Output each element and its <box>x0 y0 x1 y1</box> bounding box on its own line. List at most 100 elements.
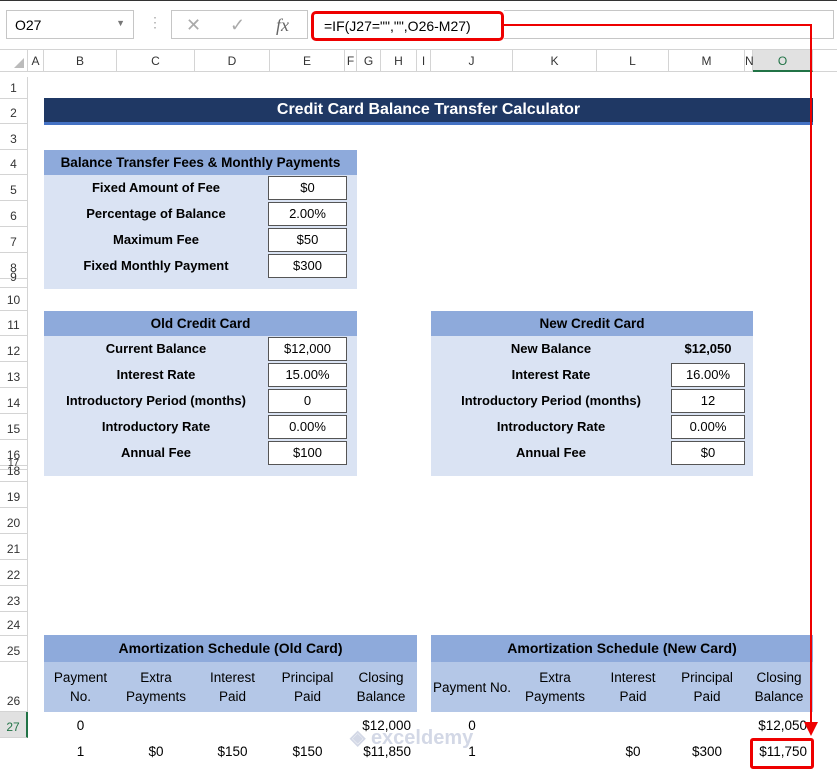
column-header-i[interactable]: I <box>417 50 431 72</box>
new_card-header: New Credit Card <box>431 311 753 336</box>
row-header-9[interactable]: 9 <box>0 270 28 288</box>
table-cell[interactable]: $150 <box>270 739 345 765</box>
table-cell[interactable]: $300 <box>669 739 745 765</box>
row-header-1[interactable]: 1 <box>0 77 28 99</box>
field-input[interactable]: $300 <box>268 254 347 278</box>
column-header-n[interactable]: N <box>745 50 754 72</box>
row-header-14[interactable]: 14 <box>0 388 28 414</box>
table-cell[interactable]: 1 <box>44 739 117 765</box>
field-input[interactable]: 16.00% <box>671 363 745 387</box>
field-input[interactable]: 15.00% <box>268 363 347 387</box>
row-header-24[interactable]: 24 <box>0 612 28 636</box>
table-cell[interactable]: 0 <box>44 713 117 739</box>
column-header-h[interactable]: H <box>381 50 417 72</box>
row-header-5[interactable]: 5 <box>0 175 28 201</box>
row-header-10[interactable]: 10 <box>0 288 28 311</box>
table-cell[interactable] <box>513 713 597 739</box>
column-header-j[interactable]: J <box>431 50 513 72</box>
arrow-head-icon <box>804 722 818 736</box>
chevron-down-icon[interactable]: ▼ <box>116 18 125 28</box>
formula-input[interactable]: =IF(J27="","",O26-M27) <box>311 11 504 41</box>
column-header: Principal Paid <box>281 670 334 704</box>
row-header-26[interactable]: 26 <box>0 662 28 712</box>
field-input[interactable]: $50 <box>268 228 347 252</box>
row-header-11[interactable]: 11 <box>0 311 28 336</box>
table-cell[interactable] <box>117 713 195 739</box>
field-input[interactable]: 2.00% <box>268 202 347 226</box>
column-header: Interest Paid <box>209 670 256 704</box>
old_card-header: Old Credit Card <box>44 311 357 336</box>
column-header-f[interactable]: F <box>345 50 357 72</box>
row-header-13[interactable]: 13 <box>0 362 28 388</box>
row-header-2[interactable]: 2 <box>0 99 28 124</box>
column-header-d[interactable]: D <box>195 50 270 72</box>
name-box[interactable]: O27 ▼ <box>6 10 134 39</box>
field-label: Interest Rate <box>511 367 591 382</box>
field-label: New Balance <box>510 341 592 356</box>
field-label: Current Balance <box>105 341 207 356</box>
row-header-22[interactable]: 22 <box>0 560 28 586</box>
column-header-e[interactable]: E <box>270 50 345 72</box>
amort_old-header: Amortization Schedule (Old Card) <box>44 635 417 662</box>
row-header-20[interactable]: 20 <box>0 508 28 534</box>
field-input[interactable]: 0.00% <box>268 415 347 439</box>
column-header-o[interactable]: O <box>753 50 813 72</box>
field-input[interactable]: $0 <box>671 441 745 465</box>
row-header-18[interactable]: 18 <box>0 464 28 482</box>
row-header-4[interactable]: 4 <box>0 150 28 175</box>
name-box-value: O27 <box>15 17 42 33</box>
table-cell[interactable]: $0 <box>597 739 669 765</box>
field-input[interactable]: 0.00% <box>671 415 745 439</box>
field-input[interactable]: $12,000 <box>268 337 347 361</box>
column-header: Payment No. <box>432 679 512 695</box>
select-all-button[interactable] <box>0 50 28 72</box>
column-header-m[interactable]: M <box>669 50 745 72</box>
field-value: $12,050 <box>684 341 732 356</box>
column-header: Interest Paid <box>610 670 656 704</box>
column-header-a[interactable]: A <box>28 50 44 72</box>
column-header-k[interactable]: K <box>513 50 597 72</box>
table-cell[interactable] <box>195 713 270 739</box>
column-header-b[interactable]: B <box>44 50 117 72</box>
column-header: Closing Balance <box>754 670 804 704</box>
row-header-27[interactable]: 27 <box>0 712 28 738</box>
watermark-logo: ◈ exceldemy <box>350 727 474 749</box>
row-header-23[interactable]: 23 <box>0 586 28 612</box>
row-header-6[interactable]: 6 <box>0 201 28 227</box>
field-label: Annual Fee <box>120 445 192 460</box>
field-input[interactable]: 0 <box>268 389 347 413</box>
fees-header: Balance Transfer Fees & Monthly Payments <box>44 150 357 175</box>
page-title: Credit Card Balance Transfer Calculator <box>44 98 813 125</box>
row-header-15[interactable]: 15 <box>0 414 28 440</box>
arrow-line <box>810 24 812 724</box>
fx-icon[interactable]: fx <box>276 15 289 36</box>
cancel-icon[interactable]: ✕ <box>186 15 201 36</box>
row-header-21[interactable]: 21 <box>0 534 28 560</box>
field-input[interactable]: 12 <box>671 389 745 413</box>
field-input[interactable]: $0 <box>268 176 347 200</box>
table-cell[interactable] <box>669 713 745 739</box>
row-header-7[interactable]: 7 <box>0 227 28 253</box>
column-header-l[interactable]: L <box>597 50 669 72</box>
drag-handle-icon[interactable]: ⋮ <box>148 14 162 31</box>
row-header-19[interactable]: 19 <box>0 482 28 508</box>
table-cell[interactable]: $0 <box>117 739 195 765</box>
field-label: Introductory Rate <box>101 419 211 434</box>
table-cell[interactable] <box>597 713 669 739</box>
enter-icon[interactable]: ✓ <box>230 15 245 36</box>
column-header-c[interactable]: C <box>117 50 195 72</box>
row-header-25[interactable]: 25 <box>0 636 28 662</box>
table-cell[interactable] <box>513 739 597 765</box>
column-header-empty <box>813 50 837 72</box>
row-header-12[interactable]: 12 <box>0 336 28 362</box>
column-header: Principal Paid <box>681 670 733 704</box>
table-cell[interactable]: $150 <box>195 739 270 765</box>
field-input[interactable]: $100 <box>268 441 347 465</box>
table-cell[interactable] <box>270 713 345 739</box>
field-label: Percentage of Balance <box>86 206 226 221</box>
arrow-line <box>504 24 811 26</box>
column-header-g[interactable]: G <box>357 50 381 72</box>
selected-cell-highlight <box>750 738 814 769</box>
table-cell[interactable]: $12,050 <box>745 713 813 739</box>
row-header-3[interactable]: 3 <box>0 124 28 150</box>
